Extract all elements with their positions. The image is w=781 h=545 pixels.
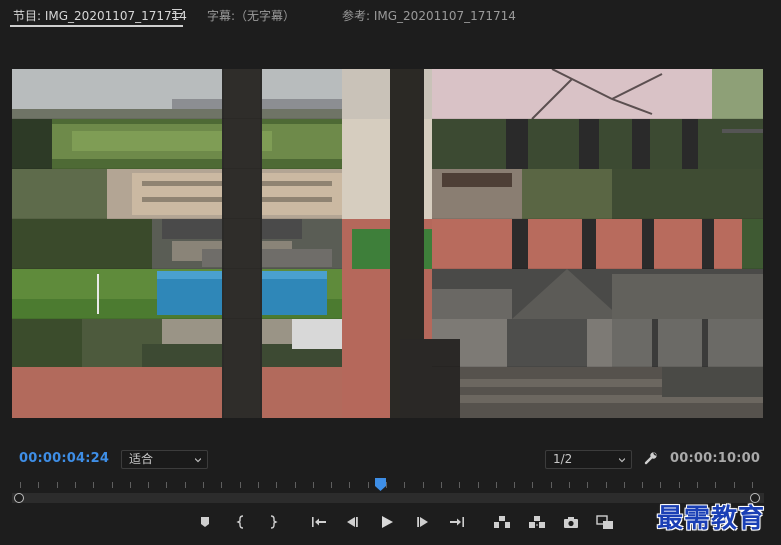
ruler-tick [642, 482, 643, 488]
zoom-start-handle[interactable] [14, 493, 24, 503]
ruler-tick [478, 482, 479, 488]
lift-button[interactable] [492, 514, 512, 530]
ruler-tick [166, 482, 167, 488]
step-forward-button[interactable] [415, 514, 431, 530]
ruler-tick [532, 482, 533, 488]
active-tab-indicator [10, 25, 183, 27]
duration-timecode: 00:00:10:00 [670, 451, 761, 466]
wrench-icon[interactable] [644, 451, 658, 465]
go-to-in-icon [312, 517, 326, 527]
ruler-tick [75, 482, 76, 488]
ruler-tick [752, 482, 753, 488]
ruler-tick [93, 482, 94, 488]
play-icon [382, 516, 393, 528]
ruler-tick [276, 482, 277, 488]
ruler-tick [514, 482, 515, 488]
ruler-tick [587, 482, 588, 488]
ruler-tick [551, 482, 552, 488]
ruler-tick [660, 482, 661, 488]
ruler-tick [734, 482, 735, 488]
ruler-tick [441, 482, 442, 488]
ruler-tick [148, 482, 149, 488]
tab-reference[interactable]: 参考: IMG_20201107_171714 [342, 7, 516, 24]
chevron-down-icon [195, 458, 201, 463]
program-video-frame[interactable] [12, 69, 763, 418]
mark-in-icon [236, 515, 244, 529]
tab-captions[interactable]: 字幕:（无字幕） [207, 7, 295, 24]
lift-icon [494, 516, 510, 528]
ruler-tick [221, 482, 222, 488]
ruler-tick [57, 482, 58, 488]
ruler-tick [331, 482, 332, 488]
ruler-tick [624, 482, 625, 488]
current-timecode[interactable]: 00:00:04:24 [19, 451, 109, 466]
camera-icon [564, 516, 578, 528]
step-back-icon [347, 517, 358, 527]
ruler-tick [404, 482, 405, 488]
ruler-tick [606, 482, 607, 488]
ruler-tick [368, 482, 369, 488]
add-marker-button[interactable] [197, 514, 213, 530]
ruler-tick [386, 482, 387, 488]
extract-button[interactable] [527, 514, 547, 530]
go-to-out-button[interactable] [449, 514, 465, 530]
ruler-tick [313, 482, 314, 488]
ruler-tick [715, 482, 716, 488]
ruler-tick [20, 482, 21, 488]
export-frame-button[interactable] [562, 514, 580, 530]
compare-view-icon [596, 514, 613, 529]
playback-resolution-value: 1/2 [553, 452, 573, 466]
ruler-tick [679, 482, 680, 488]
ruler-tick [295, 482, 296, 488]
playback-resolution-dropdown[interactable]: 1/2 [545, 450, 632, 469]
ruler-tick [112, 482, 113, 488]
video-frame-image [12, 69, 763, 418]
go-to-out-icon [450, 517, 464, 527]
ruler-tick [258, 482, 259, 488]
ruler-tick [496, 482, 497, 488]
ruler-tick [569, 482, 570, 488]
ruler-tick [423, 482, 424, 488]
zoom-level-dropdown[interactable]: 适合 [121, 450, 208, 469]
panel-tab-bar: 节目: IMG_20201107_171714 字幕:（无字幕） 参考: IMG… [0, 0, 781, 30]
chevron-down-icon [619, 458, 625, 463]
ruler-tick [349, 482, 350, 488]
go-to-in-button[interactable] [311, 514, 327, 530]
ruler-tick [697, 482, 698, 488]
play-button[interactable] [379, 514, 395, 530]
watermark-logo: 最需教育 [657, 504, 766, 534]
ruler-tick [130, 482, 131, 488]
step-forward-icon [417, 517, 428, 527]
mark-out-button[interactable] [265, 514, 281, 530]
mark-in-button[interactable] [233, 514, 249, 530]
ruler-tick [459, 482, 460, 488]
add-marker-icon [201, 517, 209, 527]
ruler-tick [38, 482, 39, 488]
tab-program[interactable]: 节目: IMG_20201107_171714 [13, 7, 187, 24]
timeline-ruler[interactable] [12, 478, 764, 504]
ruler-tick [203, 482, 204, 488]
ruler-tick [185, 482, 186, 488]
ruler-tick [240, 482, 241, 488]
mark-out-icon [270, 515, 278, 529]
scrub-track[interactable] [12, 493, 764, 503]
hamburger-icon[interactable] [172, 9, 182, 18]
playhead[interactable] [375, 478, 386, 491]
step-back-button[interactable] [344, 514, 360, 530]
compare-view-button[interactable] [595, 514, 615, 530]
extract-icon [529, 516, 545, 528]
zoom-level-value: 适合 [129, 452, 154, 466]
